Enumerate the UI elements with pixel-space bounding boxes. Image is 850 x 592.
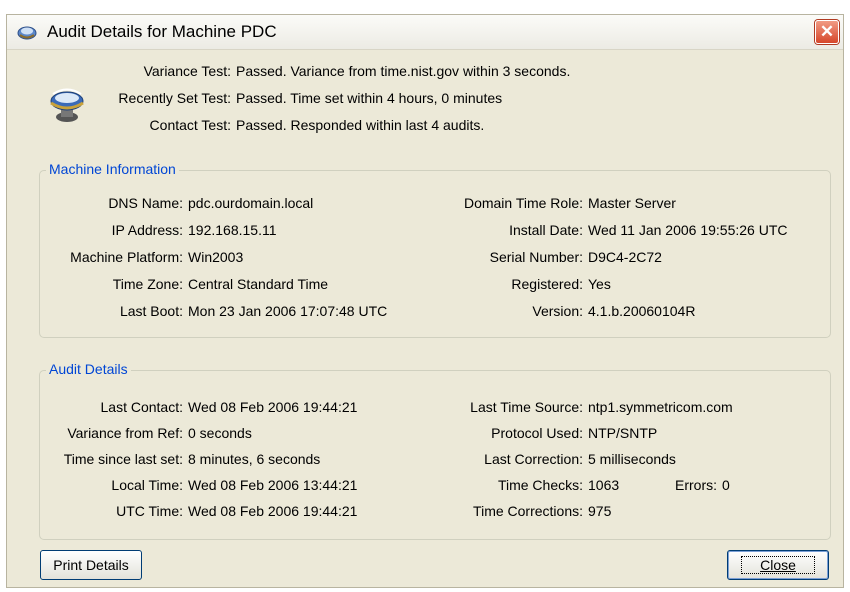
field-value: NTP/SNTP	[588, 425, 658, 441]
field-value: Mon 23 Jan 2006 17:07:48 UTC	[188, 303, 388, 319]
field-value: 192.168.15.11	[188, 222, 277, 238]
title-bar[interactable]: Audit Details for Machine PDC ✕	[7, 15, 843, 50]
field-label: Time since last set:	[63, 451, 183, 467]
field-label: Version:	[532, 303, 583, 319]
field-value: Master Server	[588, 195, 676, 211]
field-label: Registered:	[511, 276, 583, 292]
field-value: Yes	[588, 276, 611, 292]
field-label: IP Address:	[111, 222, 183, 238]
field-value: 975	[588, 503, 612, 519]
field-label: Time Checks:	[497, 477, 583, 493]
field-value: pdc.ourdomain.local	[188, 195, 314, 211]
test-label: Contact Test:	[149, 117, 231, 133]
field-value: Wed 08 Feb 2006 19:44:21	[188, 399, 358, 415]
field-label: UTC Time:	[116, 503, 183, 519]
field-value: Wed 08 Feb 2006 19:44:21	[188, 503, 358, 519]
field-value: Central Standard Time	[188, 276, 329, 292]
field-value: 8 minutes, 6 seconds	[188, 451, 321, 467]
test-value: Passed. Responded within last 4 audits.	[236, 117, 485, 133]
field-label: Serial Number:	[489, 249, 583, 265]
audit-details-legend: Audit Details	[46, 361, 131, 377]
field-label: Last Time Source:	[470, 399, 583, 415]
close-button-label: Close	[741, 556, 815, 574]
field-label: Variance from Ref:	[67, 425, 183, 441]
field-label: DNS Name:	[108, 195, 183, 211]
errors-value: 0	[722, 477, 730, 493]
test-label: Recently Set Test:	[118, 90, 231, 106]
print-details-button[interactable]: Print Details	[40, 550, 142, 580]
close-icon: ✕	[819, 22, 835, 41]
field-label: Last Boot:	[119, 303, 183, 319]
globe-clock-icon	[17, 26, 37, 40]
field-value: Wed 08 Feb 2006 13:44:21	[188, 477, 358, 493]
field-label: Protocol Used:	[491, 425, 583, 441]
field-value: 5 milliseconds	[588, 451, 676, 467]
field-value: 1063	[588, 477, 620, 493]
field-label: Machine Platform:	[70, 249, 183, 265]
field-value: ntp1.symmetricom.com	[588, 399, 733, 415]
field-value: Wed 11 Jan 2006 19:55:26 UTC	[588, 222, 788, 238]
test-value: Passed. Variance from time.nist.gov with…	[236, 63, 571, 79]
close-window-button[interactable]: ✕	[815, 20, 839, 44]
field-value: 4.1.b.20060104R	[588, 303, 696, 319]
field-value: Win2003	[188, 249, 244, 265]
test-value: Passed. Time set within 4 hours, 0 minut…	[236, 90, 503, 106]
field-value: 0 seconds	[188, 425, 252, 441]
field-label: Time Zone:	[112, 276, 183, 292]
test-label: Variance Test:	[143, 63, 231, 79]
field-label: Install Date:	[509, 222, 583, 238]
field-label: Last Correction:	[484, 451, 583, 467]
field-label: Time Corrections:	[473, 503, 583, 519]
field-label: Local Time:	[111, 477, 183, 493]
machine-information-legend: Machine Information	[46, 161, 179, 177]
field-label: Last Contact:	[100, 399, 184, 415]
errors-label: Errors:	[675, 477, 717, 493]
audit-dialog: Audit Details for Machine PDC ✕ Variance…	[6, 14, 844, 588]
field-value: D9C4-2C72	[588, 249, 662, 265]
close-button[interactable]: Close	[727, 550, 829, 580]
field-label: Domain Time Role:	[463, 195, 583, 211]
window-title: Audit Details for Machine PDC	[47, 22, 277, 41]
